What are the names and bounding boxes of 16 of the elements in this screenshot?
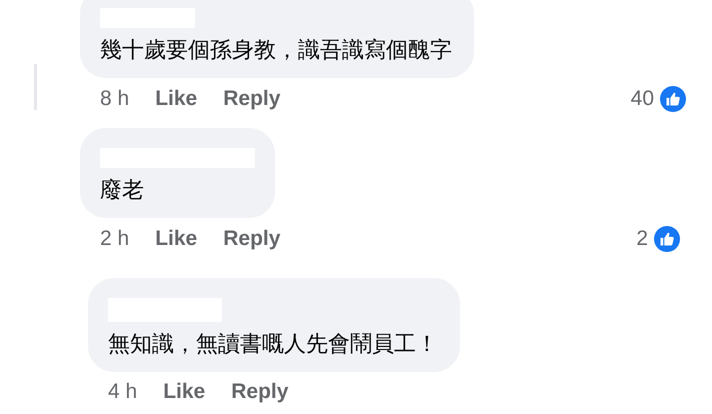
thumbs-up-icon (654, 226, 680, 252)
reaction-count: 40 (630, 87, 654, 111)
comment-text: 廢老 (100, 177, 144, 205)
comment-text: 幾十歲要個孫身教，識吾識寫個醜字 (100, 37, 452, 65)
like-link[interactable]: Like (163, 380, 206, 404)
reaction-count: 2 (636, 227, 648, 251)
like-link[interactable]: Like (155, 87, 198, 111)
like-link[interactable]: Like (155, 227, 198, 251)
comment-text: 無知識，無讀書嘅人先會鬧員工！ (108, 331, 438, 359)
reply-link[interactable]: Reply (231, 380, 288, 404)
comment-time: 8 h (100, 87, 130, 111)
thumbs-up-icon (660, 86, 686, 112)
reply-link[interactable]: Reply (223, 227, 280, 251)
comment-time: 4 h (108, 380, 138, 404)
reply-link[interactable]: Reply (223, 87, 280, 111)
comment-time: 2 h (100, 227, 130, 251)
